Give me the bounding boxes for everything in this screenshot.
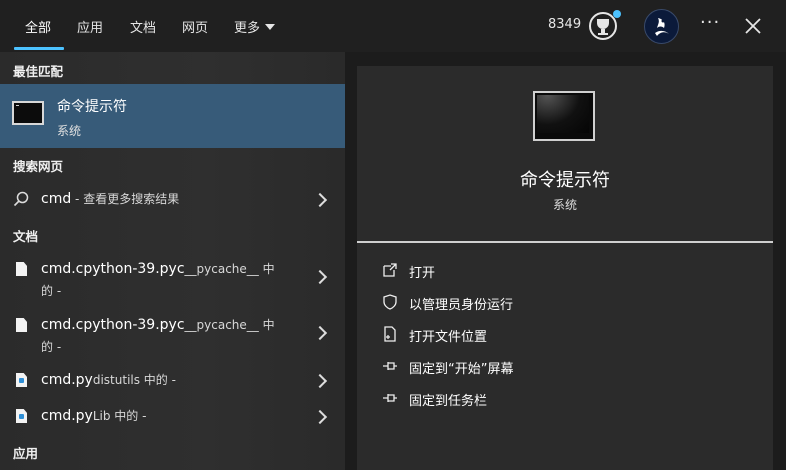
chevron-right-icon bbox=[312, 192, 328, 208]
pin-icon bbox=[383, 362, 397, 370]
action-open-file-location[interactable]: 打开文件位置 bbox=[382, 325, 682, 345]
section-documents: 文档 bbox=[13, 229, 39, 244]
open-icon bbox=[383, 263, 397, 277]
action-pin-to-start[interactable]: 固定到“开始”屏幕 bbox=[382, 357, 682, 377]
shield-icon bbox=[383, 294, 397, 310]
preview-title: 命令提示符 bbox=[520, 170, 610, 191]
python-file-icon bbox=[16, 409, 27, 423]
cmd-app-large-icon bbox=[533, 91, 595, 141]
tab-all[interactable]: 全部 bbox=[25, 17, 51, 36]
avatar-logo-icon bbox=[655, 18, 669, 36]
document-name: cmd.py bbox=[41, 372, 93, 388]
document-location: __pycache__ 中 bbox=[184, 262, 275, 276]
best-match-title: 命令提示符 bbox=[57, 99, 127, 115]
preview-divider bbox=[357, 241, 773, 243]
best-match-item[interactable]: 命令提示符 系统 bbox=[0, 84, 345, 148]
python-file-icon bbox=[16, 373, 27, 387]
section-web-search: 搜索网页 bbox=[13, 159, 64, 174]
best-match-subtitle: 系统 bbox=[57, 124, 82, 138]
action-open-file-location-label: 打开文件位置 bbox=[409, 330, 488, 345]
chevron-right-icon bbox=[312, 373, 328, 389]
section-best-match: 最佳匹配 bbox=[13, 64, 64, 79]
document-result[interactable]: cmd.pydistutils 中的 - bbox=[0, 366, 345, 394]
web-search-result[interactable]: cmd - 查看更多搜索结果 bbox=[0, 185, 345, 213]
web-query: cmd bbox=[41, 191, 72, 207]
preview-subtitle: 系统 bbox=[552, 198, 577, 212]
search-top-bar: 全部 应用 文档 网页 更多 8349 ··· bbox=[0, 0, 786, 52]
active-tab-indicator bbox=[14, 47, 64, 50]
document-icon bbox=[16, 262, 27, 276]
document-icon bbox=[16, 318, 27, 332]
document-location-cont: 的 - bbox=[41, 284, 62, 298]
tab-apps[interactable]: 应用 bbox=[77, 17, 103, 36]
action-open-label: 打开 bbox=[409, 266, 436, 281]
more-options-button[interactable]: ··· bbox=[700, 12, 720, 33]
action-open[interactable]: 打开 bbox=[382, 261, 682, 281]
tab-more-label: 更多 bbox=[234, 21, 261, 36]
tab-more[interactable]: 更多 bbox=[234, 17, 276, 36]
tab-web[interactable]: 网页 bbox=[182, 17, 208, 36]
web-query-suffix: - 查看更多搜索结果 bbox=[71, 192, 180, 206]
chevron-right-icon bbox=[312, 269, 328, 285]
document-location: Lib 中的 - bbox=[92, 409, 147, 423]
document-location: __pycache__ 中 bbox=[184, 318, 275, 332]
action-run-as-admin-label: 以管理员身份运行 bbox=[409, 298, 514, 313]
pin-icon bbox=[383, 394, 397, 402]
chevron-down-icon bbox=[265, 24, 276, 30]
results-panel: 最佳匹配 命令提示符 系统 搜索网页 cmd - 查看更多搜索结果 文档 cmd… bbox=[0, 52, 345, 470]
action-pin-to-taskbar-label: 固定到任务栏 bbox=[409, 394, 488, 409]
document-result[interactable]: cmd.cpython-39.pyc__pycache__ 中 的 - bbox=[0, 308, 345, 358]
action-run-as-admin[interactable]: 以管理员身份运行 bbox=[382, 293, 682, 313]
cmd-app-icon bbox=[12, 101, 44, 125]
chevron-right-icon bbox=[312, 409, 328, 425]
document-location-cont: 的 - bbox=[41, 340, 62, 354]
file-location-icon bbox=[384, 326, 396, 342]
notification-dot bbox=[613, 10, 621, 18]
search-icon bbox=[13, 191, 29, 207]
document-result[interactable]: cmd.pyLib 中的 - bbox=[0, 402, 345, 430]
tab-documents[interactable]: 文档 bbox=[130, 17, 156, 36]
close-icon[interactable] bbox=[744, 17, 762, 35]
document-name: cmd.cpython-39.pyc bbox=[41, 261, 185, 277]
document-name: cmd.cpython-39.pyc bbox=[41, 317, 185, 333]
document-location: distutils 中的 - bbox=[92, 373, 176, 387]
action-pin-to-start-label: 固定到“开始”屏幕 bbox=[409, 362, 514, 377]
section-apps: 应用 bbox=[13, 446, 39, 461]
chevron-right-icon bbox=[312, 325, 328, 341]
rewards-points: 8349 bbox=[548, 17, 582, 32]
action-pin-to-taskbar[interactable]: 固定到任务栏 bbox=[382, 389, 682, 409]
document-result[interactable]: cmd.cpython-39.pyc__pycache__ 中 的 - bbox=[0, 252, 345, 302]
avatar[interactable] bbox=[644, 9, 679, 44]
document-name: cmd.py bbox=[41, 408, 93, 424]
preview-panel: 命令提示符 系统 打开 以管理员身份运行 打开文件位置 固定到“开始”屏幕 固定… bbox=[357, 66, 773, 470]
